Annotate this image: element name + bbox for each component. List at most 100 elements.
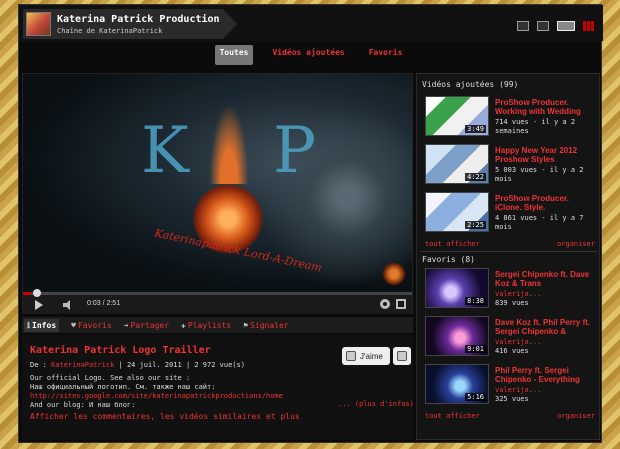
action-bar: ℹ Infos ♥ Favoris ➔ Partager ✚ Playlists ⚑ Si… [22, 317, 413, 333]
list-item[interactable]: 5:16 Phil Perry ft. Sergei Chipenko - Ev… [425, 364, 597, 408]
show-comments-link[interactable]: Afficher les commentaires, les vidéos si… [30, 412, 300, 421]
flag-icon: ⚑ [243, 320, 249, 330]
divider [421, 251, 597, 252]
video-link[interactable]: ProShow Producer. Working with Wedding [495, 98, 597, 116]
creature-crest [209, 104, 249, 184]
duration-badge: 5:16 [465, 393, 486, 401]
video-frame[interactable]: K P Katerinapatrick Lord-A-Dream [23, 74, 412, 292]
compact-view-icon[interactable] [537, 21, 549, 31]
view-count: 325 vues [495, 395, 529, 403]
video-meta: valerija... 416 vues [495, 338, 597, 356]
play-icon[interactable] [35, 300, 43, 310]
added-footer: tout afficher organiser [425, 240, 595, 248]
uploader-link[interactable]: valerija... [495, 338, 597, 347]
share-icon: ➔ [123, 320, 129, 330]
video-meta: 4 861 vues - il y a 7 mois [495, 214, 584, 231]
duration-badge: 3:49 [465, 125, 486, 133]
author-link[interactable]: KaterinaPatrick [51, 361, 114, 369]
view-count: 416 vues [495, 347, 529, 355]
view-count: 839 vues [495, 299, 529, 307]
watermark-icon [382, 262, 406, 286]
share-button[interactable]: ➔ Partager [124, 321, 169, 330]
list-item[interactable]: 9:01 Dave Koz ft. Phil Perry ft. Sergei … [425, 316, 597, 360]
video-meta: valerija... 325 vues [495, 386, 597, 404]
playlists-button[interactable]: ✚ Playlists [181, 321, 231, 330]
sidebar: Vidéos ajoutées (99) 3:49 ProShow Produc… [416, 73, 600, 440]
logo-letter-p: P [273, 114, 317, 188]
channel-tabs: Toutes Vidéos ajoutées Favoris [19, 45, 603, 65]
fullscreen-icon[interactable] [396, 299, 406, 309]
channel-header: Katerina Patrick Production Chaîne de Ka… [19, 5, 603, 41]
channel-title[interactable]: Katerina Patrick Production [57, 14, 220, 25]
show-all-link[interactable]: tout afficher [425, 240, 480, 248]
list-item[interactable]: 2:25 ProShow Producer. iClone. Style. 4 … [425, 192, 597, 236]
video-thumbnail[interactable]: 2:25 [425, 192, 489, 232]
video-link[interactable]: Happy New Year 2012 Proshow Styles [495, 146, 597, 164]
like-label: J'aime [360, 351, 383, 361]
grid-view-icon[interactable] [583, 21, 595, 31]
like-button[interactable]: J'aime [342, 347, 390, 365]
duration-badge: 9:01 [465, 345, 486, 353]
channel-banner[interactable]: Katerina Patrick Production Chaîne de Ka… [23, 9, 237, 39]
volume-icon[interactable] [63, 300, 70, 310]
favoris-label: Favoris [77, 320, 112, 330]
list-view-icon[interactable] [517, 21, 529, 31]
progress-bar[interactable] [23, 292, 412, 295]
avatar[interactable] [26, 12, 51, 36]
video-thumbnail[interactable]: 9:01 [425, 316, 489, 356]
report-button[interactable]: ⚑ Signaler [243, 321, 288, 330]
organize-link[interactable]: organiser [557, 240, 595, 248]
thumbs-down-icon [397, 351, 407, 361]
list-item[interactable]: 4:22 Happy New Year 2012 Proshow Styles … [425, 144, 597, 188]
show-all-link[interactable]: tout afficher [425, 412, 480, 420]
thumbs-up-icon [346, 351, 356, 361]
plus-icon: ✚ [181, 320, 186, 330]
scrubber-handle[interactable] [33, 289, 41, 297]
player-view-icon[interactable] [557, 21, 575, 31]
favorites-title[interactable]: Favoris (8) [422, 255, 475, 264]
list-item[interactable]: 3:49 ProShow Producer. Working with Wedd… [425, 96, 597, 140]
duration-badge: 8:38 [465, 297, 486, 305]
video-meta: 5 003 vues - il y a 2 mois [495, 166, 584, 183]
view-toggle-group [517, 21, 595, 31]
video-meta: valerija... 839 vues [495, 290, 597, 308]
video-link[interactable]: ProShow Producer. iClone. Style. [495, 194, 597, 212]
partager-label: Partager [130, 320, 170, 330]
favorite-button[interactable]: ♥ Favoris [71, 321, 112, 330]
progress-fill [23, 292, 31, 295]
video-thumbnail[interactable]: 8:38 [425, 268, 489, 308]
video-link[interactable]: Sergei Chipenko ft. Dave Koz & Trans [495, 270, 597, 288]
added-videos-title[interactable]: Vidéos ajoutées (99) [422, 80, 518, 89]
organize-link[interactable]: organiser [557, 412, 595, 420]
duration-badge: 2:25 [465, 221, 486, 229]
video-thumbnail[interactable]: 5:16 [425, 364, 489, 404]
video-link[interactable]: Dave Koz ft. Phil Perry ft. Sergei Chipe… [495, 318, 597, 336]
time-display: 0:03 / 2:51 [87, 300, 121, 307]
player-controls: 0:03 / 2:51 [23, 289, 412, 314]
signaler-label: Signaler [250, 320, 289, 330]
channel-frame: Katerina Patrick Production Chaîne de Ka… [18, 4, 603, 443]
tab-infos[interactable]: ℹ Infos [24, 318, 60, 332]
video-thumbnail[interactable]: 3:49 [425, 96, 489, 136]
video-info-panel: Katerina Patrick Logo Trailler De : Kate… [22, 335, 414, 440]
list-item[interactable]: 8:38 Sergei Chipenko ft. Dave Koz & Tran… [425, 268, 597, 312]
dislike-button[interactable] [393, 347, 411, 365]
infos-label: Infos [32, 320, 57, 330]
uploader-link[interactable]: valerija... [495, 386, 597, 395]
heart-icon: ♥ [71, 320, 76, 330]
duration-badge: 4:22 [465, 173, 486, 181]
video-player[interactable]: K P Katerinapatrick Lord-A-Dream 0:03 / … [22, 73, 413, 314]
uploader-link[interactable]: valerija... [495, 290, 597, 299]
meta-prefix: De : [30, 361, 47, 369]
video-thumbnail[interactable]: 4:22 [425, 144, 489, 184]
gear-icon[interactable] [380, 299, 390, 309]
channel-subtitle: Chaîne de KaterinaPatrick [57, 27, 163, 35]
tab-videos-ajoutees[interactable]: Vidéos ajoutées [267, 45, 349, 65]
upload-date: | 24 juil. 2011 [118, 361, 182, 369]
more-info-link[interactable]: ... (plus d'infos) [338, 400, 414, 408]
desc-line: Наш официальный логотип. См. также наш с… [30, 383, 216, 391]
tab-favoris[interactable]: Favoris [364, 45, 408, 65]
video-link[interactable]: Phil Perry ft. Sergei Chipenko - Everyth… [495, 366, 597, 384]
tab-toutes[interactable]: Toutes [214, 45, 254, 65]
logo-letter-k: K [141, 114, 189, 188]
